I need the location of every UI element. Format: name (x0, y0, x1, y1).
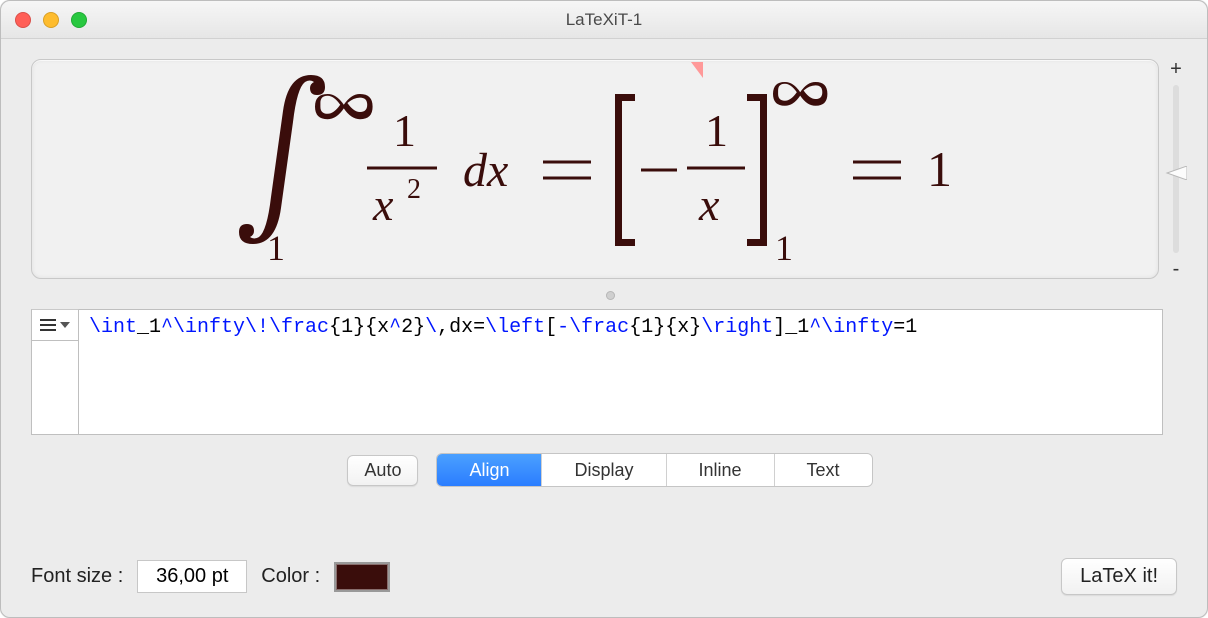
list-icon (40, 319, 56, 331)
zoom-minus-icon[interactable]: - (1173, 259, 1180, 279)
editor-gutter (31, 341, 79, 435)
font-size-input[interactable] (137, 560, 247, 593)
app-window: LaTeXiT-1 1 1 (0, 0, 1208, 618)
mode-text[interactable]: Text (774, 454, 872, 486)
split-handle[interactable] (31, 287, 1189, 305)
svg-text:x: x (372, 179, 394, 230)
chevron-down-icon (60, 322, 70, 328)
color-label: Color : (261, 565, 320, 588)
color-well[interactable] (334, 562, 390, 592)
mode-align[interactable]: Align (437, 454, 541, 486)
svg-text:1: 1 (393, 105, 416, 156)
formula-preview[interactable]: 1 1 x 2 dx (31, 59, 1159, 279)
svg-text:1: 1 (775, 228, 793, 264)
mode-display[interactable]: Display (541, 454, 665, 486)
auto-button[interactable]: Auto (347, 455, 418, 486)
titlebar[interactable]: LaTeXiT-1 (1, 1, 1207, 39)
mode-inline[interactable]: Inline (666, 454, 774, 486)
svg-text:dx: dx (463, 144, 508, 197)
zoom-track[interactable] (1173, 85, 1179, 253)
svg-text:1: 1 (705, 105, 728, 156)
caret-icon (691, 62, 703, 78)
zoom-thumb[interactable] (1165, 166, 1187, 180)
font-size-label: Font size : (31, 565, 123, 588)
render-button[interactable]: LaTeX it! (1061, 558, 1177, 595)
svg-text:2: 2 (407, 174, 421, 205)
svg-text:1: 1 (267, 228, 285, 264)
svg-text:1: 1 (927, 141, 952, 197)
latex-source-editor[interactable]: \int_1^\infty\!\frac{1}{x^2}\,dx=\left[-… (79, 309, 1163, 435)
editor-menu-button[interactable] (31, 309, 79, 341)
zoom-plus-icon[interactable]: + (1170, 59, 1182, 79)
zoom-icon[interactable] (71, 12, 87, 28)
svg-text:x: x (698, 179, 720, 230)
rendered-formula: 1 1 x 2 dx (205, 74, 985, 264)
mode-segmented-control[interactable]: AlignDisplayInlineText (436, 453, 872, 487)
close-icon[interactable] (15, 12, 31, 28)
zoom-slider[interactable]: + - (1163, 59, 1189, 279)
window-title: LaTeXiT-1 (1, 10, 1207, 30)
traffic-lights (15, 12, 87, 28)
minimize-icon[interactable] (43, 12, 59, 28)
